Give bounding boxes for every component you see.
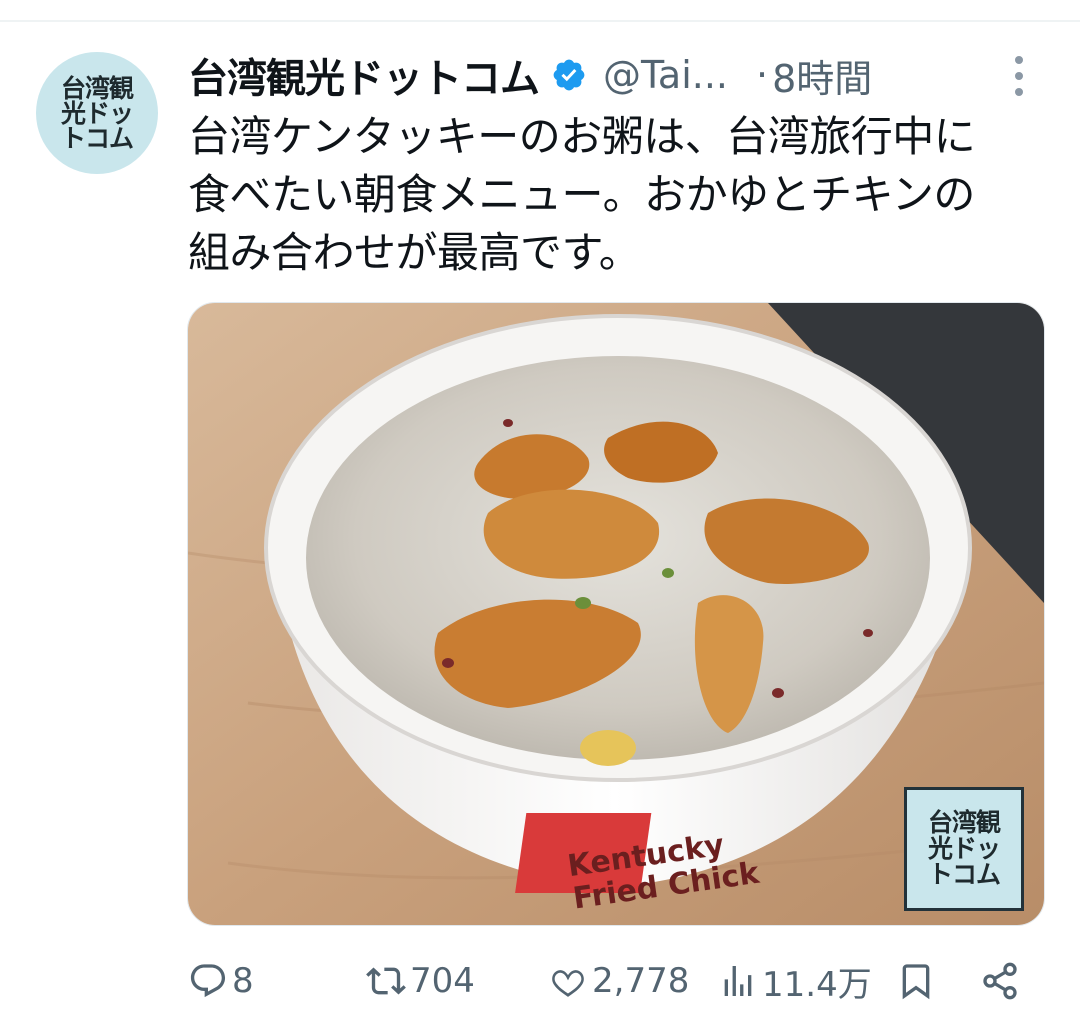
verified-badge-icon <box>553 59 585 91</box>
more-options-icon[interactable] <box>1004 56 1034 96</box>
tweet-header: 台湾観光ドットコム @Tai... · 8時間 <box>188 48 1048 103</box>
views-icon <box>724 966 752 996</box>
share-icon <box>983 962 1017 1000</box>
watermark-logo: 台湾観 光ドッ トコム <box>904 787 1024 911</box>
separator-dot: · <box>756 53 769 97</box>
tweet-text-line: 台湾ケンタッキーのお粥は、台湾旅行中に <box>188 112 976 161</box>
bookmark-icon <box>902 964 930 1000</box>
author-display-name[interactable]: 台湾観光ドットコム <box>188 46 540 104</box>
more-dot <box>1015 72 1023 80</box>
tweet-text-line: 組み合わせが最高です。 <box>188 228 641 277</box>
like-count: 2,778 <box>592 961 690 1001</box>
avatar-text-line: トコム <box>60 123 134 153</box>
timestamp[interactable]: 8時間 <box>772 48 872 103</box>
like-button[interactable]: 2,778 <box>548 955 689 1007</box>
watermark-text-line: 台湾観 <box>927 807 1001 837</box>
avatar-text-line: 台湾観 <box>60 73 134 103</box>
avatar[interactable]: 台湾観 光ドッ トコム <box>36 52 158 174</box>
reply-button[interactable]: 8 <box>188 955 254 1007</box>
author-handle[interactable]: @Tai... <box>603 53 728 97</box>
tweet-actions: 8 704 2,778 11.4万 <box>188 955 1048 1007</box>
watermark-text-line: 光ドッ <box>927 833 1001 863</box>
share-button[interactable] <box>980 955 1020 1007</box>
reply-icon <box>190 964 226 998</box>
more-dot <box>1015 56 1023 64</box>
views-count: 11.4万 <box>762 964 872 1005</box>
retweet-button[interactable]: 704 <box>366 955 475 1007</box>
tweet-text: 台湾ケンタッキーのお粥は、台湾旅行中に 食べたい朝食メニュー。おかゆとチキンの … <box>188 108 1058 282</box>
retweet-count: 704 <box>410 961 475 1001</box>
avatar-text-line: 光ドッ <box>60 98 134 128</box>
reply-count: 8 <box>232 961 254 1001</box>
top-divider <box>0 20 1080 22</box>
tweet-media-photo[interactable]: Kentucky Fried Chick 台湾観 光ドッ トコム <box>187 302 1045 926</box>
tweet-text-line: 食べたい朝食メニュー。おかゆとチキンの <box>188 170 975 219</box>
like-icon <box>552 970 584 997</box>
bookmark-button[interactable] <box>896 955 936 1007</box>
more-dot <box>1015 88 1023 96</box>
watermark-text-line: トコム <box>927 860 1001 890</box>
views-button[interactable]: 11.4万 <box>718 955 872 1007</box>
retweet-icon <box>366 967 406 995</box>
